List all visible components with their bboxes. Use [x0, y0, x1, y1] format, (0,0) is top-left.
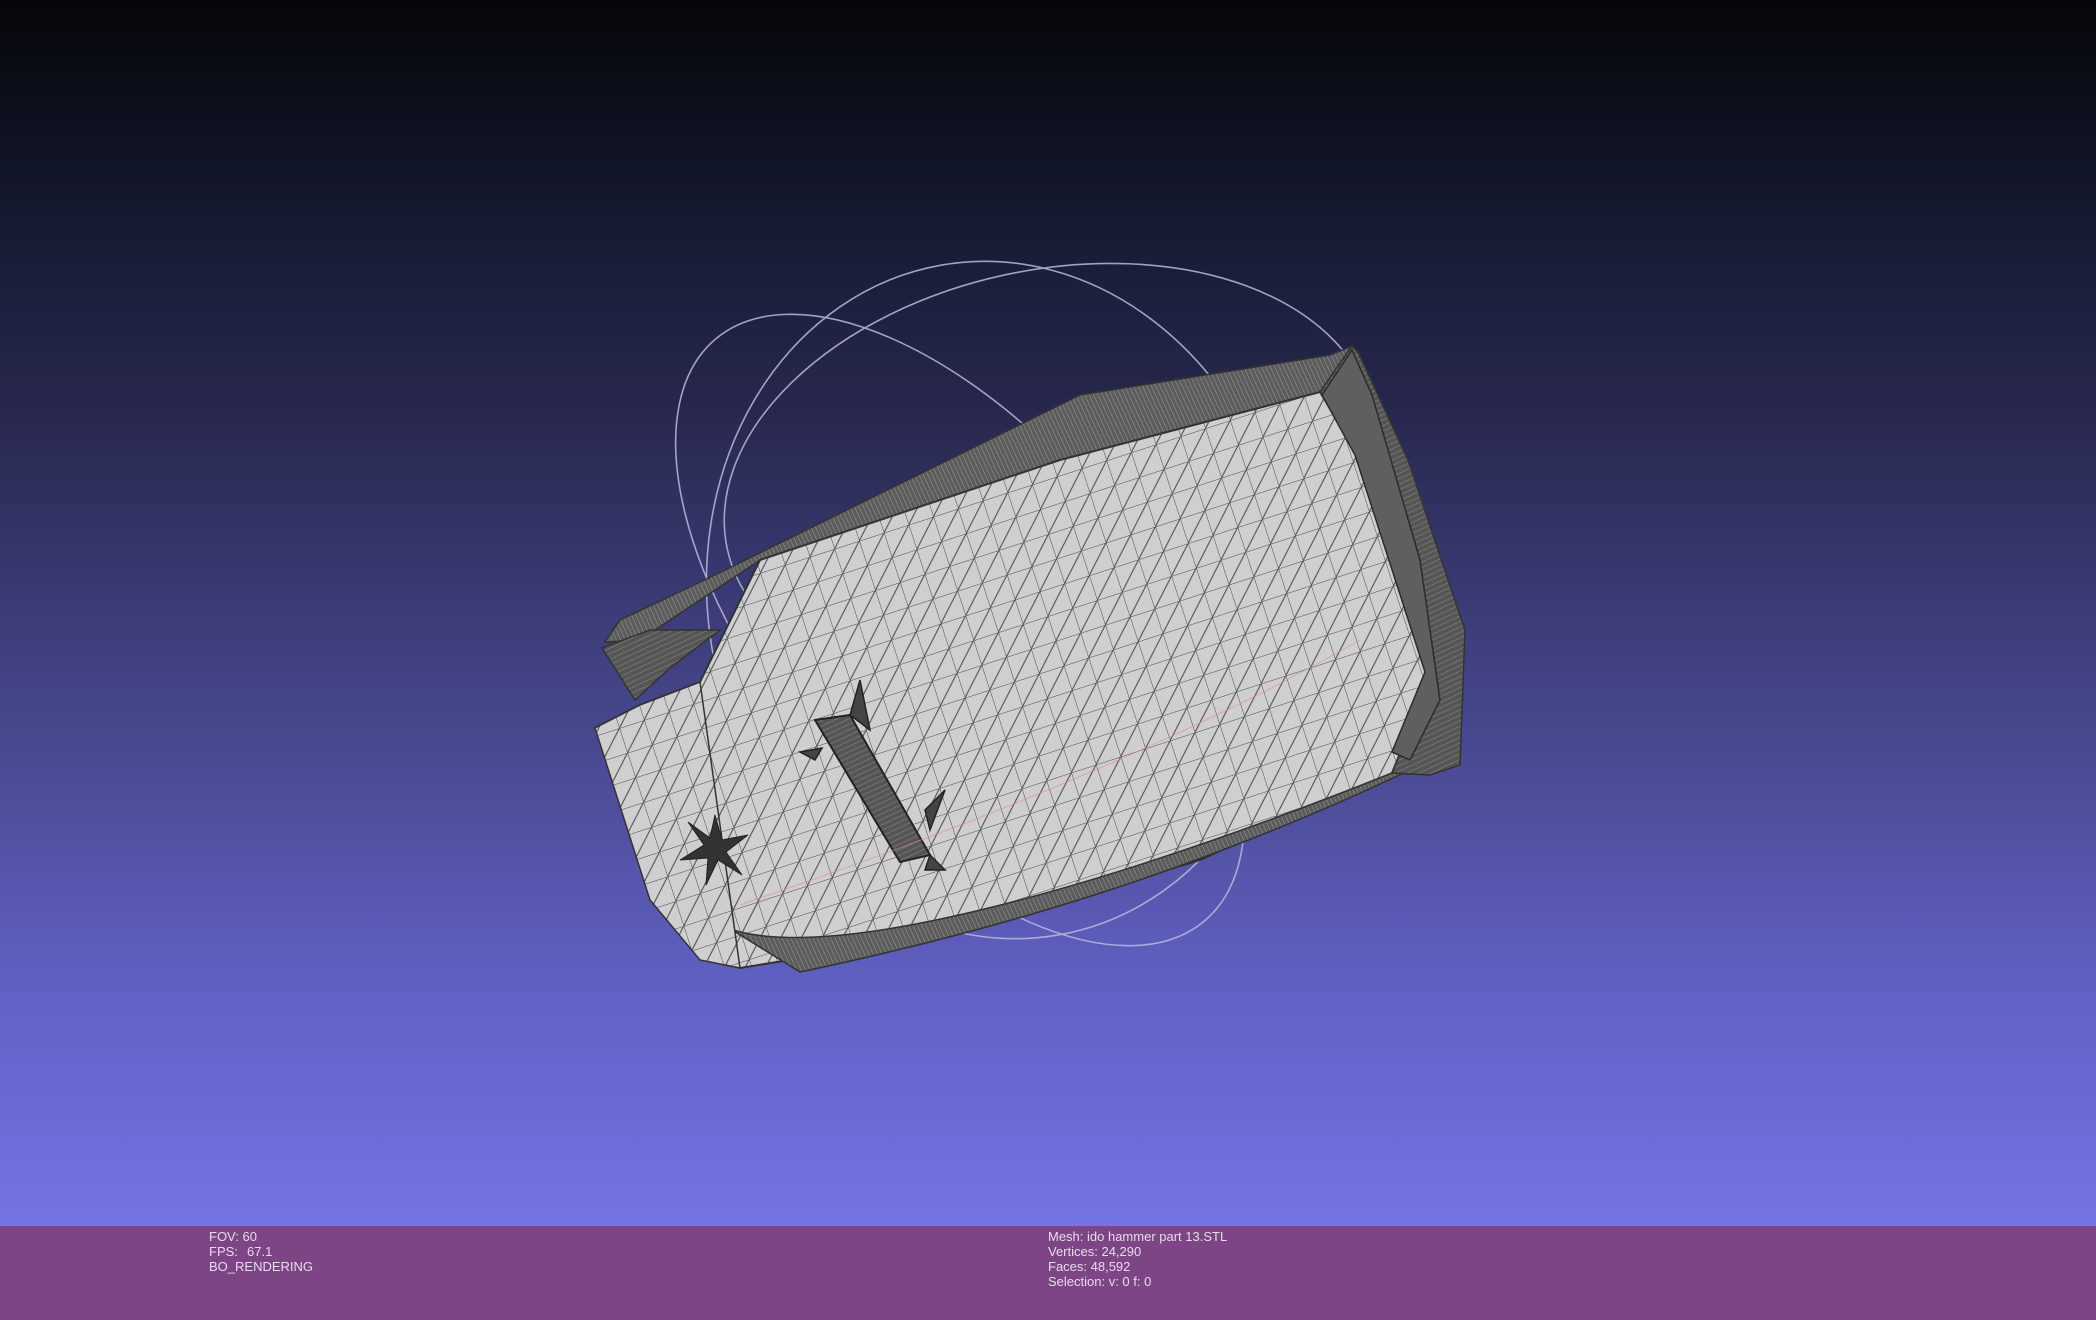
- face-count: Faces: 48,592: [1048, 1259, 1131, 1274]
- render-mode: BO_RENDERING: [209, 1259, 314, 1274]
- fov-readout: FOV: 60: [209, 1229, 257, 1244]
- mesh-info: Mesh: ido hammer part 13.STL Vertices: 2…: [1048, 1229, 1227, 1289]
- status-info-bar: FOV: 60 FPS: 67.1 BO_RENDERING Mesh: ido …: [0, 1226, 2096, 1320]
- viewer-info: FOV: 60 FPS: 67.1 BO_RENDERING: [209, 1229, 313, 1274]
- 3d-viewport[interactable]: [0, 0, 2096, 1226]
- fps-label: FPS:: [209, 1244, 238, 1259]
- selection-info: Selection: v: 0 f: 0: [1048, 1274, 1152, 1289]
- mesh-name: Mesh: ido hammer part 13.STL: [1048, 1229, 1228, 1244]
- mesh-model: [593, 344, 1466, 973]
- fps-readout: FPS: 67.1: [209, 1244, 313, 1259]
- vertex-count: Vertices: 24,290: [1048, 1244, 1142, 1259]
- mesh-scene[interactable]: [0, 0, 2096, 1226]
- fps-value: 67.1: [247, 1244, 273, 1259]
